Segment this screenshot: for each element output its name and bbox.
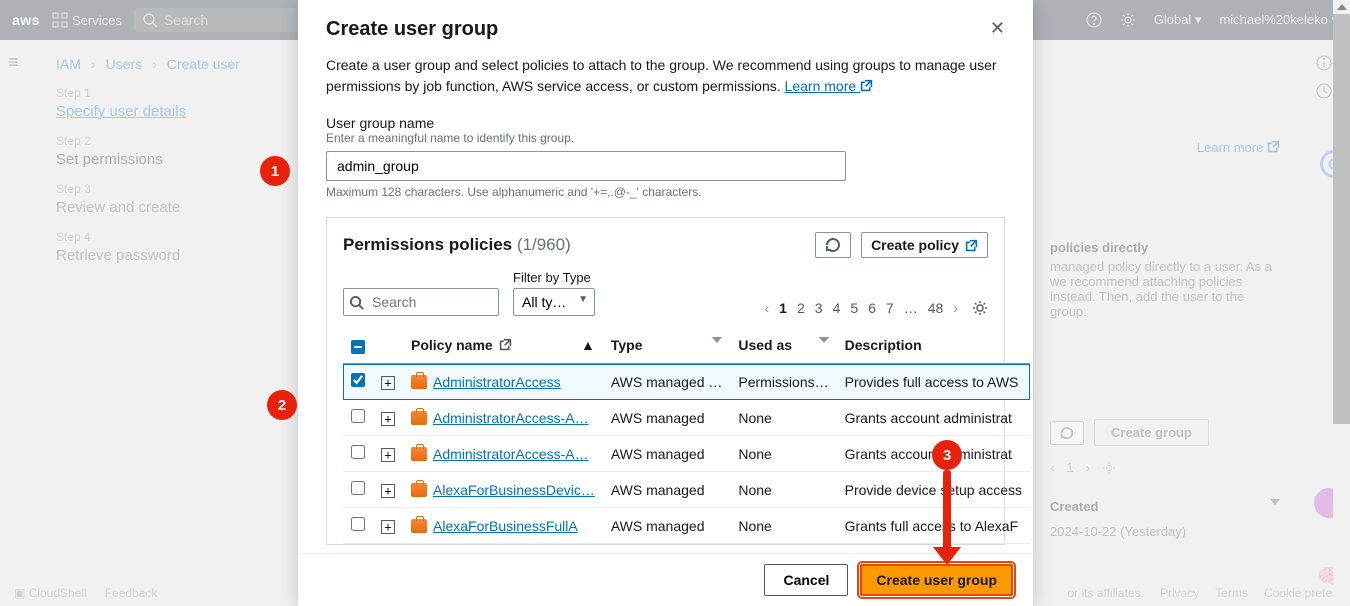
expand-icon[interactable]: + bbox=[381, 484, 395, 498]
table-row: + AdministratorAccess AWS managed …Permiss… bbox=[343, 364, 1030, 400]
policy-icon bbox=[411, 483, 427, 497]
policy-description: Grants account administrat bbox=[837, 400, 1030, 436]
policy-type: AWS managed bbox=[603, 436, 731, 472]
table-row: +AdministratorAccess-A…AWS managedNoneGr… bbox=[343, 436, 1030, 472]
expand-icon[interactable]: + bbox=[381, 448, 395, 462]
expand-icon[interactable]: + bbox=[381, 520, 395, 534]
close-icon[interactable]: ✕ bbox=[990, 18, 1005, 39]
modal-title: Create user group bbox=[326, 18, 498, 41]
pagination: ‹ 1 2 3 4 5 6 7 … 48 › bbox=[765, 300, 989, 316]
page-7[interactable]: 7 bbox=[886, 300, 894, 316]
policy-type: AWS managed bbox=[603, 508, 731, 544]
policies-table: Policy name ▲ Type Used as Description +… bbox=[343, 326, 1030, 544]
policy-icon bbox=[411, 447, 427, 461]
policy-type: AWS managed bbox=[603, 472, 731, 508]
refresh-icon bbox=[825, 237, 841, 253]
policy-used-as: None bbox=[730, 508, 836, 544]
expand-icon[interactable]: + bbox=[381, 412, 395, 426]
row-checkbox[interactable] bbox=[351, 517, 365, 531]
page-4[interactable]: 4 bbox=[833, 300, 841, 316]
learn-more-link[interactable]: Learn more bbox=[785, 78, 873, 94]
select-all-checkbox[interactable] bbox=[351, 340, 365, 354]
type-filter-select[interactable]: All ty… bbox=[513, 288, 595, 316]
page-6[interactable]: 6 bbox=[868, 300, 876, 316]
col-policy-name[interactable]: Policy name ▲ bbox=[403, 326, 603, 364]
policies-heading: Permissions policies (1/960) bbox=[343, 235, 571, 255]
page-1[interactable]: 1 bbox=[779, 300, 787, 316]
search-icon bbox=[349, 295, 364, 310]
policy-icon bbox=[411, 411, 427, 425]
policy-name-link[interactable]: AdministratorAccess bbox=[433, 374, 561, 390]
row-checkbox[interactable] bbox=[351, 481, 365, 495]
policy-name-link[interactable]: AlexaForBusinessDevic… bbox=[433, 482, 595, 498]
row-checkbox[interactable] bbox=[351, 445, 365, 459]
row-checkbox[interactable] bbox=[351, 373, 365, 387]
table-row: +AlexaForBusinessFullAAWS managedNoneGra… bbox=[343, 508, 1030, 544]
page-next[interactable]: › bbox=[953, 300, 958, 316]
page-2[interactable]: 2 bbox=[797, 300, 805, 316]
policy-used-as: None bbox=[730, 400, 836, 436]
policy-used-as: Permissions… bbox=[730, 364, 836, 400]
policy-name-link[interactable]: AdministratorAccess-A… bbox=[433, 446, 589, 462]
page-5[interactable]: 5 bbox=[850, 300, 858, 316]
annotation-3: 3 bbox=[932, 440, 962, 470]
cancel-button[interactable]: Cancel bbox=[764, 564, 848, 596]
policy-icon bbox=[411, 375, 427, 389]
policy-search-input[interactable] bbox=[343, 288, 499, 316]
page-prev[interactable]: ‹ bbox=[765, 300, 770, 316]
policy-used-as: None bbox=[730, 436, 836, 472]
create-policy-button[interactable]: Create policy bbox=[861, 232, 988, 258]
col-type[interactable]: Type bbox=[603, 326, 731, 364]
policy-name-link[interactable]: AlexaForBusinessFullA bbox=[433, 518, 578, 534]
modal-intro: Create a user group and select policies … bbox=[326, 55, 1005, 97]
policy-used-as: None bbox=[730, 472, 836, 508]
page-3[interactable]: 3 bbox=[815, 300, 823, 316]
create-user-group-modal: Create user group ✕ Create a user group … bbox=[298, 0, 1033, 606]
create-user-group-button[interactable]: Create user group bbox=[860, 564, 1013, 596]
col-used-as[interactable]: Used as bbox=[730, 326, 836, 364]
group-name-input[interactable] bbox=[326, 151, 846, 181]
annotation-1: 1 bbox=[260, 156, 290, 186]
group-name-label: User group name bbox=[326, 115, 1005, 131]
policy-description: Provides full access to AWS bbox=[837, 364, 1030, 400]
annotation-arrow bbox=[933, 470, 961, 565]
policy-name-link[interactable]: AdministratorAccess-A… bbox=[433, 410, 589, 426]
policy-icon bbox=[411, 519, 427, 533]
expand-icon[interactable]: + bbox=[381, 376, 395, 390]
col-description: Description bbox=[837, 326, 1030, 364]
page-48[interactable]: 48 bbox=[928, 300, 944, 316]
table-settings-icon[interactable] bbox=[972, 300, 988, 316]
annotation-2: 2 bbox=[267, 390, 297, 420]
policy-type: AWS managed bbox=[603, 400, 731, 436]
table-row: + AdministratorAccess-A… AWS managedNoneGr… bbox=[343, 400, 1030, 436]
vertical-scrollbar[interactable] bbox=[1333, 0, 1350, 606]
refresh-button[interactable] bbox=[815, 232, 851, 258]
policies-panel: Permissions policies (1/960) Create poli… bbox=[326, 217, 1005, 545]
table-row: +AlexaForBusinessDevic…AWS managedNonePr… bbox=[343, 472, 1030, 508]
policy-type: AWS managed … bbox=[603, 364, 731, 400]
row-checkbox[interactable] bbox=[351, 409, 365, 423]
